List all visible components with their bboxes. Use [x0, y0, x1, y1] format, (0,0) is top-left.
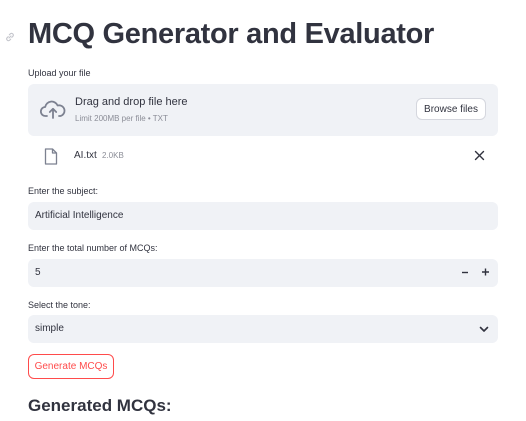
decrement-button[interactable]: [461, 266, 469, 280]
tone-value: simple: [35, 323, 64, 334]
file-size: 2.0KB: [102, 151, 124, 160]
link-icon[interactable]: [4, 31, 16, 43]
increment-button[interactable]: [481, 265, 490, 279]
chevron-down-icon: [479, 326, 489, 332]
tone-select[interactable]: simple: [28, 315, 498, 343]
page-title: MCQ Generator and Evaluator: [28, 18, 435, 50]
file-icon: [44, 148, 58, 165]
mcq-count-label: Enter the total number of MCQs:: [28, 243, 158, 253]
upload-label: Upload your file: [28, 68, 91, 78]
file-name: AI.txt: [74, 150, 97, 161]
dropzone-hint: Limit 200MB per file • TXT: [75, 114, 168, 123]
mcq-count-value: 5: [35, 267, 41, 278]
subject-value: Artificial Intelligence: [35, 210, 124, 221]
subject-label: Enter the subject:: [28, 186, 99, 196]
mcq-count-input[interactable]: 5: [28, 259, 498, 287]
generated-mcqs-heading: Generated MCQs:: [28, 396, 172, 415]
uploaded-file-row: AI.txt 2.0KB: [28, 146, 498, 168]
dropzone-title: Drag and drop file here: [75, 96, 188, 108]
subject-input[interactable]: Artificial Intelligence: [28, 202, 498, 230]
tone-label: Select the tone:: [28, 300, 91, 310]
close-icon[interactable]: [474, 149, 485, 163]
generate-mcqs-button[interactable]: Generate MCQs: [28, 354, 114, 379]
file-dropzone[interactable]: Drag and drop file here Limit 200MB per …: [28, 84, 498, 136]
cloud-upload-icon: [40, 100, 66, 119]
browse-files-button[interactable]: Browse files: [416, 98, 486, 120]
